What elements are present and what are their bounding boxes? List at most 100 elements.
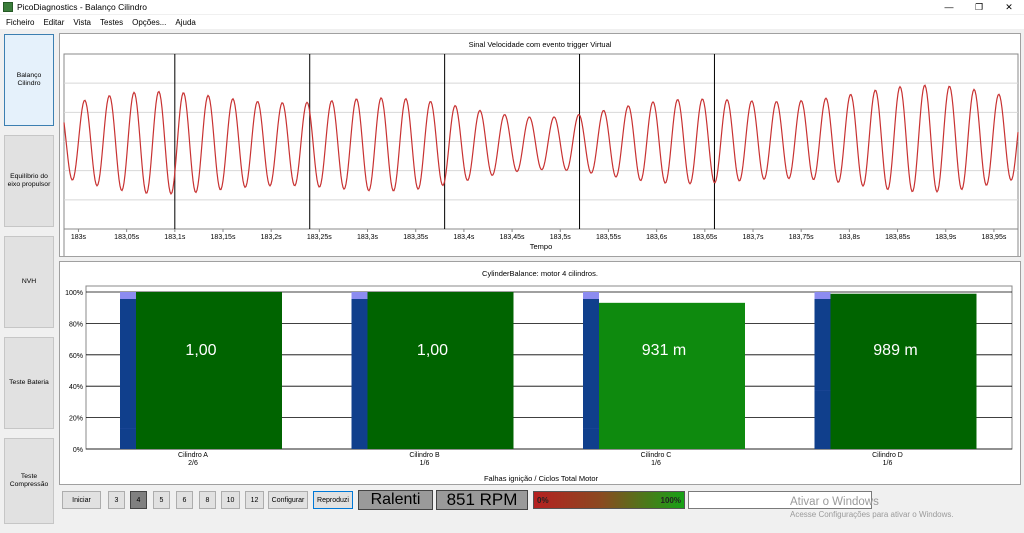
window-controls: — ❐ ✕ <box>934 0 1024 14</box>
signal-x-tick-label: 183,7s <box>742 234 764 241</box>
signal-x-tick-label: 183,85s <box>885 234 910 241</box>
window-title: PicoDiagnostics - Balanço Cilindro <box>17 2 147 12</box>
mode-display: Ralenti <box>358 490 433 510</box>
watermark-title: Ativar o Windows <box>790 496 879 508</box>
level-gauge: 0% 100% <box>533 491 685 509</box>
cylinder-balance-bar <box>599 302 745 449</box>
speed-signal-line <box>63 84 1019 196</box>
balance-chart: 1,00 1,00 931 m 989 m 100% 80% 60% 40% 20% 0% Ci… <box>65 285 1013 483</box>
app-icon <box>3 2 13 12</box>
cylinder-count-12[interactable]: 12 <box>245 491 264 509</box>
cylinder-balance-bar <box>136 292 282 449</box>
cylinder-count-8[interactable]: 8 <box>199 491 216 509</box>
cylinder-ratio-label: 1/6 <box>420 460 430 467</box>
sidebar-button-nvh[interactable]: NVH <box>4 236 54 328</box>
cylinder-misfire-bar-mid <box>120 299 136 429</box>
sidebar-label: Cilindro <box>17 80 41 87</box>
signal-x-tick-label: 183,9s <box>935 234 957 241</box>
balance-y-tick-label: 20% <box>69 416 83 423</box>
cylinder-misfire-bar <box>814 390 831 449</box>
cylinder-name-label: Cilindro D <box>872 452 903 459</box>
sidebar-button-balanco-cilindro[interactable]: Balanço Cilindro <box>4 34 54 126</box>
cylinder-count-10[interactable]: 10 <box>221 491 240 509</box>
cylinder-ratio-label: 1/6 <box>883 460 893 467</box>
cylinder-balance-bar <box>367 292 514 449</box>
cylinder-balance-bar <box>830 293 977 449</box>
signal-x-tick-label: 183,8s <box>839 234 861 241</box>
sidebar-label: Equilíbrio do <box>10 173 48 180</box>
cylinder-ratio-label: 2/6 <box>188 460 198 467</box>
signal-x-tick-label: 183,45s <box>500 234 525 241</box>
start-button[interactable]: Iniciar <box>62 491 101 509</box>
cylinder-misfire-bar-mid <box>583 299 599 429</box>
gauge-max-label: 100% <box>660 496 681 505</box>
test-sidebar: Balanço Cilindro Equilíbrio do eixo propul… <box>4 34 54 533</box>
rpm-display: 851 RPM <box>436 490 528 510</box>
cylinder-value-label: 1,00 <box>185 342 216 359</box>
cylinder-misfire-bar <box>120 428 136 449</box>
signal-x-tick-label: 183,3s <box>357 234 379 241</box>
menu-vista[interactable]: Vista <box>73 18 91 27</box>
minimize-button[interactable]: — <box>934 0 964 14</box>
cylinder-name-label: Cilindro B <box>409 452 440 459</box>
cylinder-count-5[interactable]: 5 <box>153 491 170 509</box>
sidebar-label: Teste Bateria <box>9 379 49 386</box>
cylinder-misfire-bar <box>351 299 368 449</box>
cylinder-value-label: 989 m <box>873 342 917 359</box>
balance-y-tick-label: 60% <box>69 353 83 360</box>
restore-button[interactable]: ❐ <box>964 0 994 14</box>
signal-x-tick-label: 183,35s <box>403 234 428 241</box>
balance-y-tick-label: 0% <box>73 447 83 454</box>
cylinder-ratio-label: 1/6 <box>651 460 661 467</box>
cylinder-value-label: 1,00 <box>417 342 448 359</box>
cylinder-misfire-bar <box>583 428 599 449</box>
menu-testes[interactable]: Testes <box>100 18 123 27</box>
menu-opcoes[interactable]: Opções... <box>132 18 166 27</box>
play-button[interactable]: Reproduzi <box>313 491 353 509</box>
menu-ajuda[interactable]: Ajuda <box>175 18 195 27</box>
cylinder-count-3[interactable]: 3 <box>108 491 125 509</box>
menu-ficheiro[interactable]: Ficheiro <box>6 18 34 27</box>
balance-y-tick-label: 80% <box>69 321 83 328</box>
balance-footer: Falhas ignição / Ciclos Total Motor <box>484 474 599 483</box>
configure-button[interactable]: Configurar <box>268 491 308 509</box>
signal-x-tick-label: 183,1s <box>164 234 186 241</box>
signal-x-tick-label: 183,4s <box>453 234 475 241</box>
signal-x-tick-label: 183,75s <box>789 234 814 241</box>
cylinder-count-4[interactable]: 4 <box>130 491 147 509</box>
signal-x-tick-label: 183,05s <box>114 234 139 241</box>
cylinder-value-label: 931 m <box>642 342 686 359</box>
sidebar-button-teste-bateria[interactable]: Teste Bateria <box>4 337 54 429</box>
cylinder-name-label: Cilindro A <box>178 452 208 459</box>
signal-x-tick-label: 183,5s <box>550 234 572 241</box>
gauge-min-label: 0% <box>537 496 549 505</box>
sidebar-button-equilibrio[interactable]: Equilíbrio do eixo propulsor <box>4 135 54 227</box>
sidebar-label: NVH <box>21 278 37 285</box>
cylinder-count-6[interactable]: 6 <box>176 491 193 509</box>
menu-editar[interactable]: Editar <box>43 18 64 27</box>
balance-y-tick-label: 40% <box>69 384 83 391</box>
windows-activation-watermark: Ativar o Windows Acesse Configurações pa… <box>790 496 954 519</box>
signal-x-tick-label: 183,15s <box>211 234 236 241</box>
close-button[interactable]: ✕ <box>994 0 1024 14</box>
sidebar-label: Compressão <box>9 481 49 488</box>
watermark-subtitle: Acesse Configurações para ativar o Windo… <box>790 510 954 519</box>
signal-x-tick-label: 183,25s <box>307 234 332 241</box>
sidebar-label: eixo propulsor <box>7 181 51 188</box>
signal-x-tick-label: 183,95s <box>981 234 1006 241</box>
title-bar: PicoDiagnostics - Balanço Cilindro — ❐ ✕ <box>0 0 1024 14</box>
signal-chart-panel: Sinal Velocidade com evento trigger Virt… <box>59 33 1021 257</box>
menu-bar: Ficheiro Editar Vista Testes Opções... A… <box>0 15 1024 29</box>
cylinder-name-label: Cilindro C <box>641 452 672 459</box>
signal-x-tick-label: 183,65s <box>692 234 717 241</box>
sidebar-label: Teste <box>20 473 38 480</box>
signal-x-tick-label: 183s <box>71 234 87 241</box>
signal-x-tick-label: 183,6s <box>646 234 668 241</box>
balance-y-tick-label: 100% <box>65 290 83 297</box>
signal-x-tick-label: 183,55s <box>596 234 621 241</box>
sidebar-label: Balanço <box>16 72 42 79</box>
balance-chart-panel: CylinderBalance: motor 4 cilindros. 1,00… <box>59 261 1021 485</box>
signal-x-tick-label: 183,2s <box>261 234 283 241</box>
signal-x-axis-label: Tempo <box>530 242 553 251</box>
signal-plot-frame <box>63 53 1019 256</box>
